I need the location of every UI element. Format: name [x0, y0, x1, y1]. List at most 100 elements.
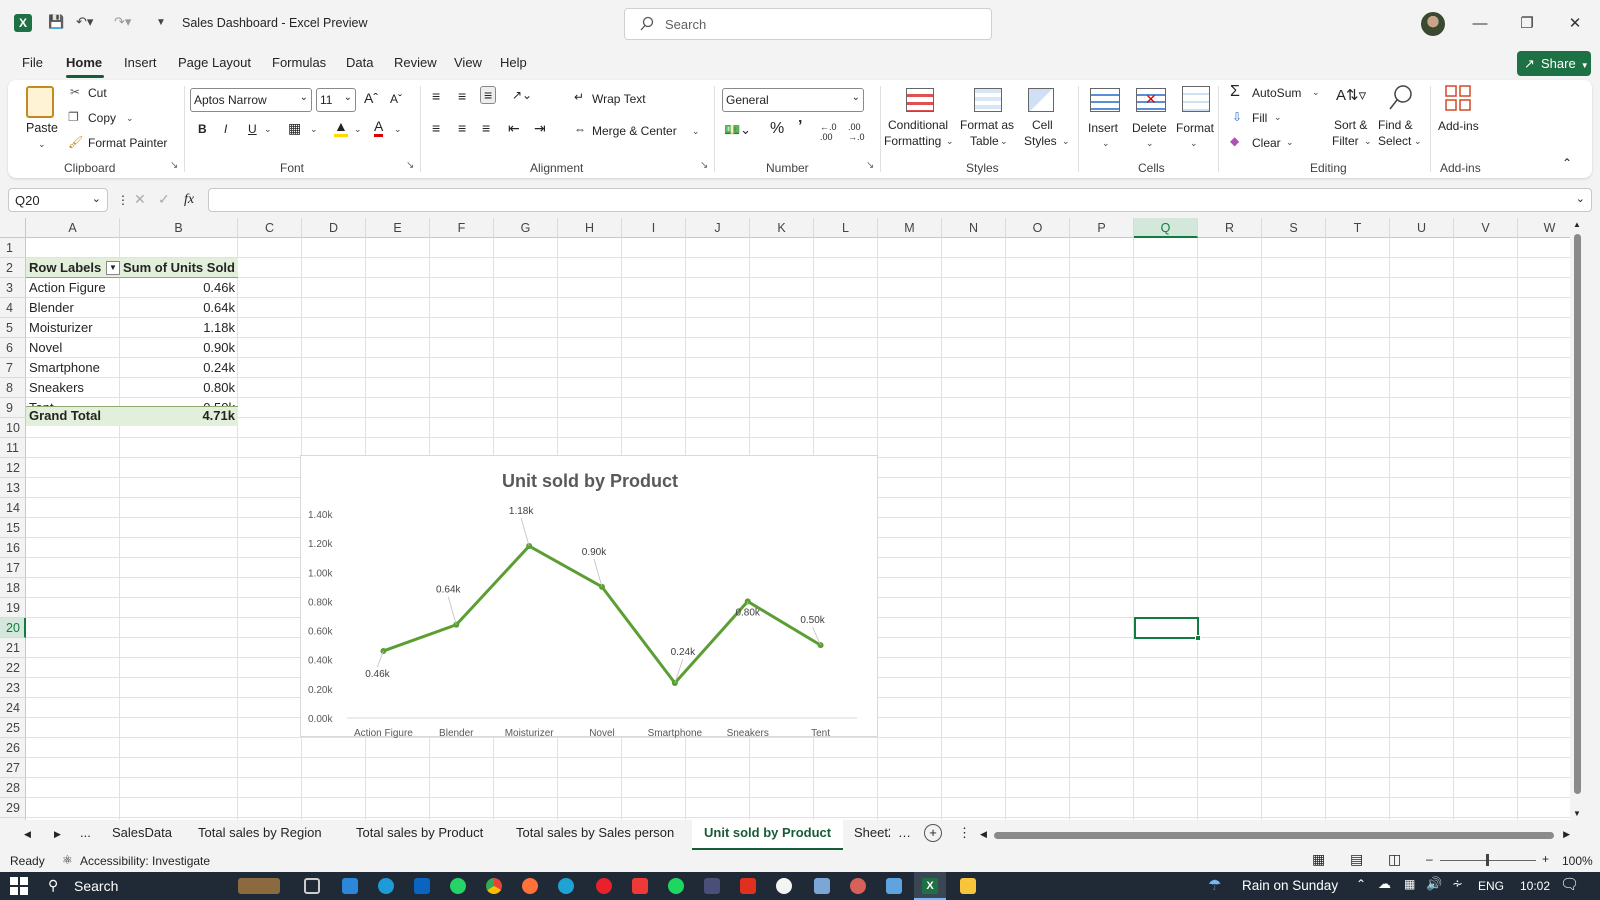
- page-break-view-icon[interactable]: ◫: [1388, 851, 1401, 868]
- minimize-button[interactable]: —: [1465, 12, 1495, 36]
- store-icon[interactable]: [342, 878, 358, 894]
- clear-icon[interactable]: ◆: [1230, 134, 1239, 148]
- battery-icon[interactable]: ▦: [1404, 877, 1415, 891]
- delete-cells-label[interactable]: Delete: [1132, 121, 1167, 135]
- notifications-icon[interactable]: 🗨: [1560, 875, 1579, 893]
- align-top-icon[interactable]: ≡: [432, 88, 440, 104]
- chevron-down-icon[interactable]: ⌄: [1146, 138, 1154, 149]
- cell-styles-label-2[interactable]: Styles: [1024, 134, 1057, 148]
- pivot-row-value[interactable]: 0.90k: [120, 338, 238, 358]
- insert-cells-icon[interactable]: [1090, 88, 1120, 112]
- zoom-slider[interactable]: [1440, 854, 1536, 866]
- firefox-icon[interactable]: [522, 878, 538, 894]
- chevron-down-icon[interactable]: ⌄: [692, 126, 700, 137]
- format-as-table-icon[interactable]: [974, 88, 1002, 112]
- decrease-indent-icon[interactable]: ⇤: [508, 120, 520, 137]
- paste-button[interactable]: Paste: [26, 121, 58, 135]
- taskbar-search[interactable]: Search: [74, 878, 118, 894]
- merge-icon[interactable]: ⇔: [574, 122, 586, 136]
- chevron-down-icon[interactable]: ⌄: [1102, 138, 1110, 149]
- show-hidden-icons[interactable]: ⌃: [1356, 877, 1366, 891]
- insert-cells-label[interactable]: Insert: [1088, 121, 1118, 135]
- add-ins-button[interactable]: Add-ins: [1438, 119, 1479, 133]
- pivot-row-value[interactable]: 0.46k: [120, 278, 238, 298]
- align-center-icon[interactable]: ≡: [458, 120, 466, 136]
- menu-home[interactable]: Home: [66, 55, 102, 70]
- font-name-select[interactable]: Aptos Narrow ⌄: [190, 88, 312, 112]
- monitor-app-icon[interactable]: [886, 878, 902, 894]
- number-format-select[interactable]: General ⌄: [722, 88, 864, 112]
- next-sheet-icon[interactable]: ▶: [54, 829, 61, 840]
- paste-icon[interactable]: [26, 86, 54, 118]
- italic-icon[interactable]: I: [224, 122, 227, 136]
- orientation-icon[interactable]: ↗⌄: [512, 88, 532, 102]
- sheet-tab-region[interactable]: Total sales by Region: [198, 825, 322, 840]
- format-cells-icon[interactable]: [1182, 86, 1210, 112]
- save-icon[interactable]: 💾: [48, 14, 64, 30]
- delete-cells-icon[interactable]: ✕: [1136, 88, 1166, 112]
- pivot-row-label[interactable]: Action Figure: [26, 278, 120, 298]
- vertical-scrollbar[interactable]: ▲ ▼: [1570, 218, 1584, 820]
- increase-font-icon[interactable]: Aˆ: [364, 90, 378, 106]
- autosum-icon[interactable]: Σ: [1230, 83, 1240, 101]
- tab-options-icon[interactable]: ⋮: [958, 825, 971, 841]
- sheet-tab-product[interactable]: Total sales by Product: [356, 825, 483, 840]
- dialog-launcher-icon[interactable]: ↘: [866, 160, 874, 171]
- worksheet-grid[interactable]: ABCDEFGHIJKLMNOPQRSTUVW 1 2 3 4 5 6 7 8 9 10 11 12 1…: [0, 218, 1584, 820]
- filter-dropdown-icon[interactable]: ▼: [106, 261, 120, 275]
- increase-decimal-icon[interactable]: ←.0.00: [820, 122, 837, 142]
- chevron-down-icon[interactable]: ⌄: [946, 136, 954, 147]
- add-ins-icon[interactable]: [1444, 84, 1472, 112]
- chevron-down-icon[interactable]: ⌄: [126, 113, 134, 124]
- menu-file[interactable]: File: [22, 55, 43, 70]
- cell-styles-icon[interactable]: [1028, 88, 1054, 112]
- mail-icon[interactable]: [414, 878, 430, 894]
- scroll-thumb[interactable]: [994, 832, 1554, 839]
- chevron-down-icon[interactable]: ⌄: [394, 124, 402, 135]
- scroll-thumb[interactable]: [1574, 234, 1581, 794]
- vivaldi-icon[interactable]: [632, 878, 648, 894]
- menu-review[interactable]: Review: [394, 55, 437, 70]
- more-icon[interactable]: ⋮: [117, 193, 129, 207]
- pivot-row-label[interactable]: Blender: [26, 298, 120, 318]
- excel-taskbar-icon[interactable]: X: [914, 872, 946, 900]
- chrome-icon[interactable]: [486, 878, 502, 894]
- pivot-row-label[interactable]: Novel: [26, 338, 120, 358]
- line-chart[interactable]: Unit sold by Product 0.00k 0.20k 0.40k 0.60k…: [300, 455, 878, 738]
- pivot-row-value[interactable]: 0.80k: [120, 378, 238, 398]
- cut-button[interactable]: Cut: [88, 86, 107, 100]
- chevron-down-icon[interactable]: ⌄: [1312, 87, 1320, 98]
- conditional-formatting-label-2[interactable]: Formatting: [884, 134, 941, 148]
- wrap-text-icon[interactable]: ↵: [574, 90, 584, 104]
- chevron-down-icon[interactable]: ⌄: [354, 124, 362, 135]
- align-left-icon[interactable]: ≡: [432, 120, 440, 136]
- spotify-icon[interactable]: [668, 878, 684, 894]
- accessibility-icon[interactable]: ⚛: [62, 853, 73, 867]
- decrease-font-icon[interactable]: Aˇ: [390, 92, 402, 106]
- redo-icon[interactable]: ↷▾: [114, 14, 131, 30]
- news-widget-icon[interactable]: [238, 878, 280, 894]
- format-painter-icon[interactable]: 🖌: [68, 135, 83, 149]
- find-select-label-2[interactable]: Select: [1378, 134, 1411, 148]
- volume-icon[interactable]: 🔊: [1426, 876, 1442, 892]
- sheet-tab-sheet2[interactable]: Sheet2: [854, 825, 890, 840]
- sheet-tab-salesperson[interactable]: Total sales by Sales person: [516, 825, 674, 840]
- borders-icon[interactable]: ▦: [288, 120, 301, 137]
- task-view-icon[interactable]: [304, 878, 320, 894]
- pivot-row-labels-header[interactable]: Row Labels ▼: [26, 258, 120, 278]
- customize-toolbar-icon[interactable]: ▼: [156, 17, 166, 28]
- app-icon[interactable]: [704, 878, 720, 894]
- fill-handle[interactable]: [1195, 635, 1201, 641]
- avatar[interactable]: [1421, 12, 1445, 36]
- dialog-launcher-icon[interactable]: ↘: [170, 160, 178, 171]
- font-size-select[interactable]: 11 ⌄: [316, 88, 356, 112]
- collapse-ribbon-icon[interactable]: ⌃: [1562, 156, 1572, 170]
- zoom-thumb[interactable]: [1486, 854, 1489, 866]
- chevron-down-icon[interactable]: ⌄: [38, 139, 46, 150]
- find-select-label[interactable]: Find &: [1378, 118, 1413, 132]
- opera-icon[interactable]: [596, 878, 612, 894]
- scroll-down-icon[interactable]: ▼: [1573, 809, 1581, 818]
- chevron-down-icon[interactable]: ⌄: [1286, 137, 1294, 148]
- weather-text[interactable]: Rain on Sunday: [1242, 878, 1338, 893]
- cloud-app-icon[interactable]: [776, 878, 792, 894]
